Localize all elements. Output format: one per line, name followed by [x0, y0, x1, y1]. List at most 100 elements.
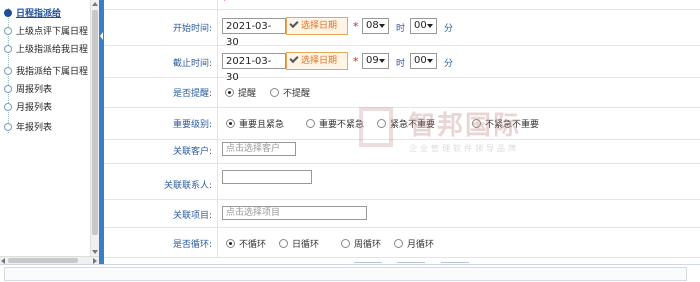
sidebar-item-my-assigned[interactable]: 我指派给下属日程: [4, 65, 88, 79]
sidebar-item-monthly[interactable]: 月报列表: [4, 101, 52, 115]
tree-node-icon: [4, 8, 12, 17]
contact-label: 关联联系人:: [163, 181, 212, 191]
sidebar-item-label: 日程指派给: [16, 9, 62, 19]
remind-label: 是否提醒:: [172, 89, 212, 99]
radio-label: 重要不紧急: [319, 120, 365, 130]
repeat-option-monthly[interactable]: 月循环: [394, 237, 434, 250]
start-hour-select[interactable]: 08: [362, 18, 389, 34]
row-divider: [217, 199, 218, 227]
contact-input[interactable]: [222, 170, 312, 184]
radio-dot-icon: [226, 119, 235, 128]
customer-picker-input[interactable]: 点击选择客户: [222, 142, 296, 156]
form-row-project: 关联项目: 点击选择项目: [104, 199, 700, 228]
required-mark: *: [353, 20, 359, 33]
tree-node-icon: [4, 84, 12, 93]
radio-label: 不循环: [239, 240, 267, 250]
required-mark: *: [222, 0, 228, 7]
check-icon: [289, 53, 299, 64]
sidebar-item-label: 年报列表: [16, 123, 53, 133]
row-divider: [217, 45, 218, 77]
sidebar-item-label: 上级指派给我日程: [16, 45, 89, 55]
sidebar-item-label: 周报列表: [16, 85, 53, 95]
radio-dot-icon: [225, 88, 234, 97]
radio-label: 提醒: [238, 89, 257, 99]
end-date-input[interactable]: 2021-03-30: [222, 53, 286, 83]
form-row-end-time: 截止时间: 2021-03-30 选择日期 * 09 时 00 分: [104, 45, 700, 83]
radio-label: 周循环: [354, 240, 382, 250]
start-date-picker-button[interactable]: 选择日期: [286, 17, 348, 35]
chevron-down-icon: [379, 24, 385, 28]
project-label: 关联项目:: [172, 211, 212, 221]
form-row-repeat: 是否循环: 不循环 日循环 周循环 月循环: [104, 227, 700, 258]
priority-option-important-not-urgent[interactable]: 重要不紧急: [306, 117, 364, 130]
radio-label: 重要且紧急: [239, 120, 285, 130]
radio-dot-icon: [341, 239, 350, 248]
scroll-thumb[interactable]: [8, 258, 78, 263]
form-row-priority: 重要级别: 重要且紧急 重要不紧急 紧急不重要 不紧急不重要: [104, 107, 700, 140]
chevron-down-icon: [379, 59, 385, 63]
radio-dot-icon: [306, 119, 315, 128]
radio-label: 日循环: [292, 240, 320, 250]
chevron-down-icon: [427, 59, 433, 63]
end-date-picker-button[interactable]: 选择日期: [286, 52, 348, 70]
priority-option-urgent-not-important[interactable]: 紧急不重要: [377, 117, 435, 130]
priority-option-important-urgent[interactable]: 重要且紧急: [226, 117, 284, 130]
radio-dot-icon: [472, 119, 481, 128]
remind-option-yes[interactable]: 提醒: [225, 86, 256, 99]
sidebar-item-superior-review[interactable]: 上级点评下属日程: [4, 25, 88, 39]
form-row-start-time: 开始时间: 2021-03-30 选择日期 * 08 时 00 分: [104, 9, 700, 48]
radio-dot-icon: [270, 88, 279, 97]
sidebar-item-yearly[interactable]: 年报列表: [4, 121, 52, 135]
tree-node-icon: [4, 102, 12, 111]
tree-node-icon: [4, 26, 12, 35]
check-icon: [289, 18, 299, 29]
chevron-down-icon: [427, 24, 433, 28]
end-minute-value: 00: [414, 55, 427, 66]
bottom-bar: [0, 264, 700, 282]
minute-unit: 分: [444, 24, 454, 34]
scroll-up-icon[interactable]: [92, 2, 98, 6]
radio-dot-icon: [279, 239, 288, 248]
scroll-down-icon[interactable]: [92, 250, 98, 254]
start-minute-value: 00: [414, 20, 427, 31]
tree-node-icon: [4, 66, 12, 75]
repeat-option-weekly[interactable]: 周循环: [341, 237, 381, 250]
tree-node-icon: [4, 122, 12, 131]
radio-dot-icon: [394, 239, 403, 248]
sidebar-item-label: 我指派给下属日程: [16, 67, 89, 77]
date-button-label: 选择日期: [301, 56, 338, 66]
repeat-option-daily[interactable]: 日循环: [279, 237, 319, 250]
customer-label: 关联客户:: [172, 147, 212, 157]
remind-option-no[interactable]: 不提醒: [270, 86, 310, 99]
sidebar-item-weekly[interactable]: 周报列表: [4, 83, 52, 97]
end-hour-select[interactable]: 09: [362, 53, 389, 69]
radio-dot-icon: [377, 119, 386, 128]
hour-unit: 时: [396, 24, 406, 34]
form-row-customer: 关联客户: 点击选择客户: [104, 139, 700, 164]
collapse-arrow-icon[interactable]: [100, 32, 103, 40]
row-divider: [217, 227, 218, 257]
row-divider: [217, 77, 218, 107]
sidebar-item-superior-assigned[interactable]: 上级指派给我日程: [4, 43, 88, 57]
end-time-label: 截止时间:: [172, 59, 212, 69]
start-minute-select[interactable]: 00: [410, 18, 437, 34]
radio-label: 不紧急不重要: [485, 120, 540, 130]
row-divider: [217, 9, 218, 45]
start-time-label: 开始时间:: [172, 24, 212, 34]
row-divider: [217, 139, 218, 163]
start-hour-value: 08: [366, 20, 379, 31]
scroll-thumb[interactable]: [92, 10, 98, 235]
end-minute-select[interactable]: 00: [410, 53, 437, 69]
radio-dot-icon: [226, 239, 235, 248]
form-row-contact: 关联联系人:: [104, 163, 700, 200]
radio-label: 不提醒: [283, 89, 311, 99]
row-divider: [217, 107, 218, 139]
project-picker-input[interactable]: 点击选择项目: [222, 206, 367, 220]
minute-unit: 分: [444, 59, 454, 69]
priority-option-neither[interactable]: 不紧急不重要: [472, 117, 539, 130]
repeat-option-none[interactable]: 不循环: [226, 237, 266, 250]
form-row-remind: 是否提醒: 提醒 不提醒: [104, 77, 700, 108]
sidebar-item-assigned[interactable]: 日程指派给: [4, 7, 61, 21]
priority-label: 重要级别:: [172, 120, 212, 130]
start-date-input[interactable]: 2021-03-30: [222, 18, 286, 48]
